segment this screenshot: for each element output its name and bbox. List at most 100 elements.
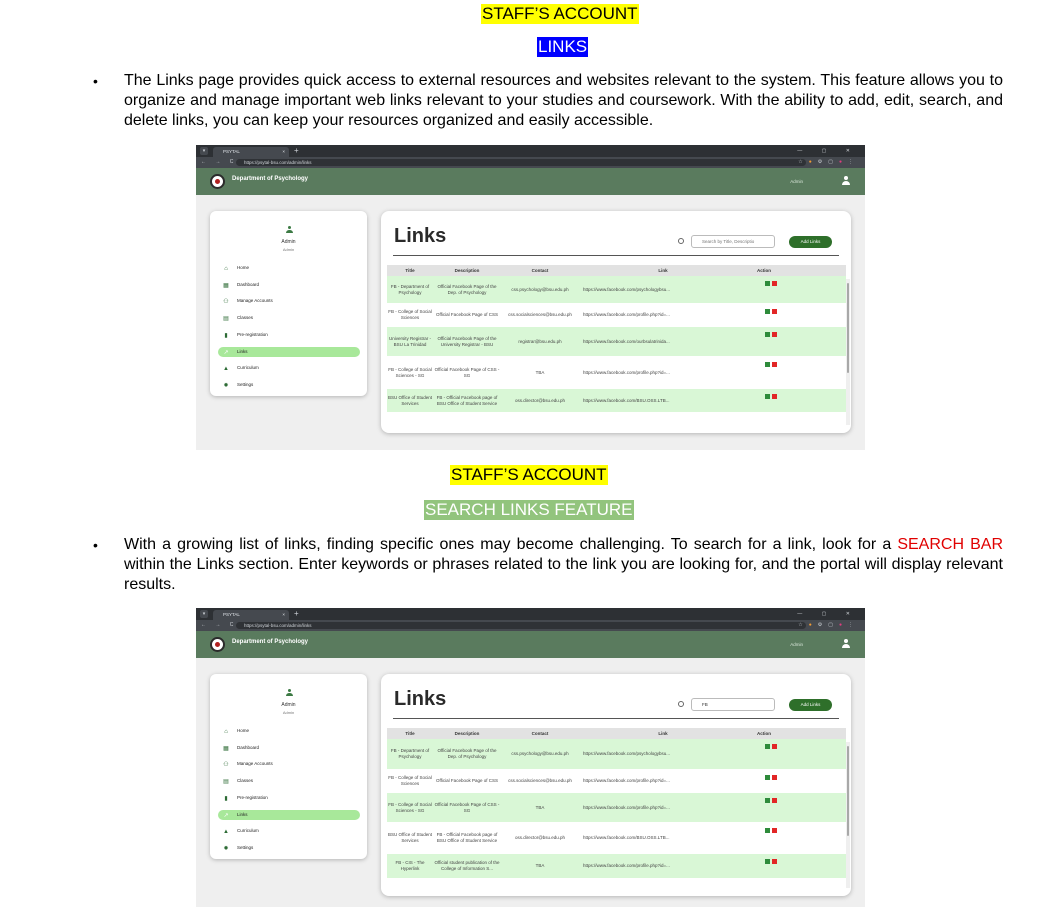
sidebar-item-links[interactable]: ↗ Links — [218, 809, 360, 820]
delete-icon[interactable] — [772, 859, 777, 864]
delete-icon[interactable] — [772, 281, 777, 286]
graduation-cap-icon: ▲ — [223, 366, 229, 373]
table-scrollbar[interactable] — [846, 742, 850, 888]
tab-close-icon[interactable]: × — [282, 610, 285, 620]
window-controls[interactable]: — ▢ ✕ — [797, 608, 859, 620]
sidebar-item-pre-registration[interactable]: ▮ Pre-registration — [218, 330, 360, 340]
delete-icon[interactable] — [772, 775, 777, 780]
extension-icons[interactable]: ☆●⚙▢●⋮ — [798, 157, 859, 168]
window-controls[interactable]: — ▢ ✕ — [797, 145, 859, 157]
extension-icons[interactable]: ☆●⚙▢●⋮ — [798, 620, 859, 631]
delete-icon[interactable] — [772, 828, 777, 833]
page-title: Links — [394, 688, 447, 710]
user-icon[interactable] — [841, 176, 851, 187]
delete-icon[interactable] — [772, 362, 777, 367]
edit-icon[interactable] — [765, 394, 770, 399]
classes-icon: ▤ — [223, 316, 229, 323]
delete-icon[interactable] — [772, 332, 777, 337]
sidebar-item-home[interactable]: ⌂ Home — [218, 726, 360, 736]
sidebar-item-classes[interactable]: ▤ Classes — [218, 776, 360, 786]
cell-link[interactable]: https://www.facebook.com/profile.php?id=… — [583, 770, 733, 792]
row-actions — [765, 828, 779, 833]
table-row[interactable]: University Registrar - BSU La Trinidad Of… — [387, 327, 846, 357]
new-tab-button[interactable]: + — [294, 145, 299, 157]
sidebar-item-links[interactable]: ↗ Links — [218, 346, 360, 357]
search-input[interactable] — [691, 235, 775, 248]
table-row[interactable]: FB - College of Social Sciences - SG Offi… — [387, 357, 846, 389]
sidebar-item-classes[interactable]: ▤ Classes — [218, 313, 360, 323]
tab-menu-icon[interactable]: ▾ — [200, 147, 208, 155]
cell-link[interactable]: https://www.facebook.com/psychologybsu..… — [583, 739, 733, 769]
edit-icon[interactable] — [765, 362, 770, 367]
cell-link[interactable]: https://www.facebook.com/profile.php?id=… — [583, 793, 733, 822]
table-row[interactable]: FB - Department of Psychology Official Fa… — [387, 276, 846, 304]
table-row[interactable]: FB - College of Social Sciences Official … — [387, 770, 846, 793]
cell-link[interactable]: https://www.facebook.com/BSU.OSS.LTB... — [583, 389, 733, 412]
tab-menu-icon[interactable]: ▾ — [200, 610, 208, 618]
edit-icon[interactable] — [765, 828, 770, 833]
edit-icon[interactable] — [765, 309, 770, 314]
delete-icon[interactable] — [772, 309, 777, 314]
edit-icon[interactable] — [765, 775, 770, 780]
sidebar-item-label: Settings — [237, 844, 254, 850]
table-row[interactable]: BSU Office of Student Services FB - Offic… — [387, 389, 846, 413]
app-header: Department of Psychology Admin — [196, 168, 865, 195]
sidebar-role: Admin — [282, 247, 295, 252]
edit-icon[interactable] — [765, 744, 770, 749]
sidebar-item-manage-accounts[interactable]: ⚇ Manage Accounts — [218, 296, 360, 306]
cell-description: Official Facebook Page of the University… — [437, 335, 497, 347]
edit-icon[interactable] — [765, 798, 770, 803]
cell-title: FB - CIS - The Hyperlink — [395, 860, 425, 871]
browser-tab[interactable]: PSYTAL × — [213, 147, 289, 157]
delete-icon[interactable] — [772, 394, 777, 399]
cell-link[interactable]: https://www.facebook.com/profile.php?id=… — [583, 304, 733, 326]
cell-link[interactable]: https://www.facebook.com/BSU.OSS.LTB... — [583, 823, 733, 853]
sidebar-item-dashboard[interactable]: ▦ Dashboard — [218, 280, 360, 290]
sidebar-item-settings[interactable]: ✹ Settings — [218, 380, 360, 390]
links-panel: Links Add Links Title Description Contact L… — [381, 211, 851, 433]
sidebar-item-home[interactable]: ⌂ Home — [218, 263, 360, 273]
cell-title: FB - College of Social Sciences - SG — [388, 366, 432, 378]
url-field[interactable]: https://psytal-bsu.com/admin/links — [236, 622, 806, 629]
table-scrollbar[interactable] — [846, 279, 850, 425]
search-input[interactable] — [691, 698, 775, 711]
cell-description: Official Facebook Page of CSS - SG — [434, 801, 500, 813]
user-icon[interactable] — [841, 639, 851, 650]
url-field[interactable]: https://psytal-bsu.com/admin/links — [236, 159, 806, 166]
sidebar-name: Admin — [281, 239, 296, 245]
sidebar-item-settings[interactable]: ✹ Settings — [218, 843, 360, 853]
cell-link[interactable]: https://www.facebook.com/psychologybsu..… — [583, 276, 733, 303]
title-divider — [393, 255, 839, 256]
cell-link[interactable]: https://www.facebook.com/profile.php?id=… — [583, 854, 733, 878]
search-icon — [678, 238, 684, 244]
sidebar-item-curriculum[interactable]: ▲ Curriculum — [218, 826, 360, 836]
edit-icon[interactable] — [765, 281, 770, 286]
edit-icon[interactable] — [765, 332, 770, 337]
cell-contact: css.psychology@bsu.edu.ph — [511, 286, 569, 292]
table-row[interactable]: BSU Office of Student Services FB - Offic… — [387, 823, 846, 854]
delete-icon[interactable] — [772, 798, 777, 803]
add-links-button[interactable]: Add Links — [789, 236, 832, 248]
edit-icon[interactable] — [765, 859, 770, 864]
sidebar-item-manage-accounts[interactable]: ⚇ Manage Accounts — [218, 759, 360, 769]
cell-link[interactable]: https://www.facebook.com/ourbsulatrinida… — [583, 327, 733, 356]
search-icon — [678, 701, 684, 707]
table-row[interactable]: FB - College of Social Sciences - SG Offi… — [387, 793, 846, 823]
table-row[interactable]: FB - CIS - The Hyperlink Official student… — [387, 854, 846, 879]
row-actions — [765, 859, 779, 864]
cell-link[interactable]: https://www.facebook.com/profile.php?id=… — [583, 357, 733, 388]
new-tab-button[interactable]: + — [294, 608, 299, 620]
sidebar-item-label: Home — [237, 265, 250, 270]
sidebar-item-dashboard[interactable]: ▦ Dashboard — [218, 743, 360, 753]
table-row[interactable]: FB - Department of Psychology Official Fa… — [387, 739, 846, 770]
browser-tab[interactable]: PSYTAL × — [213, 610, 289, 620]
sidebar-item-curriculum[interactable]: ▲ Curriculum — [218, 363, 360, 373]
add-links-button[interactable]: Add Links — [789, 699, 832, 711]
title-divider — [393, 718, 839, 719]
delete-icon[interactable] — [772, 744, 777, 749]
table-row[interactable]: FB - College of Social Sciences Official … — [387, 304, 846, 327]
sidebar-item-pre-registration[interactable]: ▮ Pre-registration — [218, 793, 360, 803]
tab-close-icon[interactable]: × — [282, 147, 285, 157]
column-header-title: Title — [405, 731, 415, 736]
cell-contact: css.psychology@bsu.edu.ph — [511, 751, 569, 756]
